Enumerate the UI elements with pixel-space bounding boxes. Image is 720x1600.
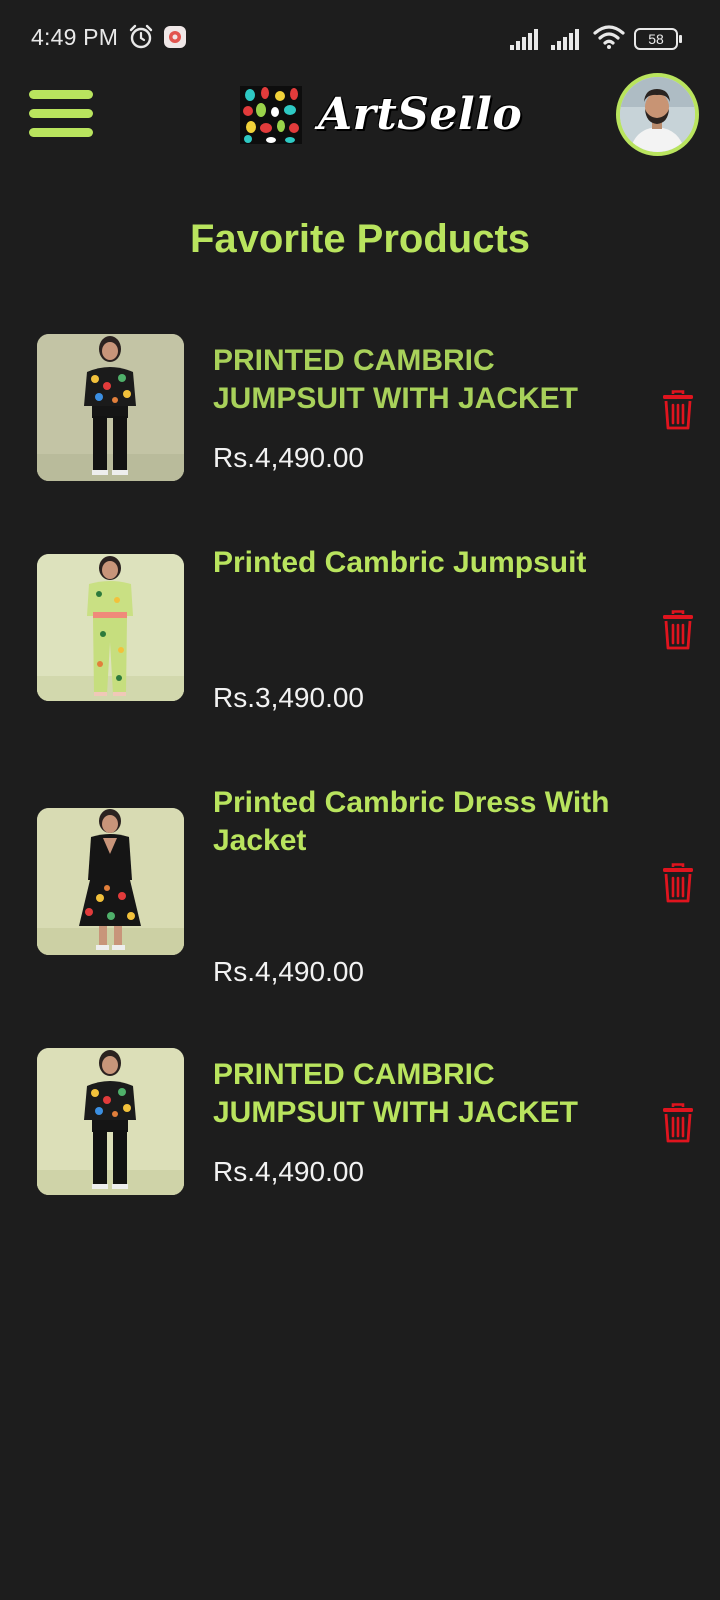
signal-icon (510, 29, 538, 50)
menu-button[interactable] (29, 90, 95, 140)
hamburger-menu-icon (29, 90, 93, 99)
status-time: 4:49 PM (31, 24, 119, 50)
product-price: Rs.4,490.00 (213, 1156, 364, 1187)
avatar[interactable] (616, 73, 699, 156)
hamburger-menu-icon (29, 128, 93, 137)
trash-icon[interactable] (662, 863, 694, 903)
product-price: Rs.4,490.00 (213, 956, 364, 987)
product-price: Rs.3,490.00 (213, 682, 364, 713)
product-price: Rs.4,490.00 (213, 442, 364, 473)
trash-icon[interactable] (662, 610, 694, 650)
brand-logo-icon (240, 86, 302, 144)
product-name: Printed Cambric Jumpsuit (213, 546, 587, 579)
product-name: PRINTED CAMBRIC JUMPSUIT WITH JACKET (213, 1058, 579, 1129)
favorite-product-item[interactable]: PRINTED CAMBRIC JUMPSUIT WITH JACKET Rs.… (0, 1048, 720, 1198)
profile-photo (620, 77, 695, 152)
favorite-product-item[interactable]: Printed Cambric Jumpsuit Rs.3,490.00 (0, 546, 720, 713)
alarm-icon (129, 24, 153, 49)
brand-logo[interactable]: ArtSello (240, 86, 523, 146)
page-title: Favorite Products (189, 217, 531, 261)
battery-level: 58 (648, 31, 664, 47)
product-image (37, 554, 184, 701)
product-image (37, 334, 184, 481)
brand-name: ArtSello (318, 89, 523, 140)
wifi-icon (593, 25, 625, 49)
product-image (37, 1048, 184, 1195)
hamburger-menu-icon (29, 109, 93, 118)
favorite-product-item[interactable]: PRINTED CAMBRIC JUMPSUIT WITH JACKET Rs.… (0, 334, 720, 484)
favorite-product-item[interactable]: Printed Cambric Dress With Jacket Rs.4,4… (0, 786, 720, 987)
product-name: PRINTED CAMBRIC JUMPSUIT WITH JACKET (213, 344, 579, 415)
trash-icon[interactable] (662, 390, 694, 430)
trash-icon[interactable] (662, 1103, 694, 1143)
status-bar: 4:49 PM 58 (0, 0, 720, 70)
app-notification-icon (164, 26, 186, 48)
product-name: Printed Cambric Dress With Jacket (213, 786, 610, 857)
product-image (37, 808, 184, 955)
signal-icon (551, 29, 579, 50)
